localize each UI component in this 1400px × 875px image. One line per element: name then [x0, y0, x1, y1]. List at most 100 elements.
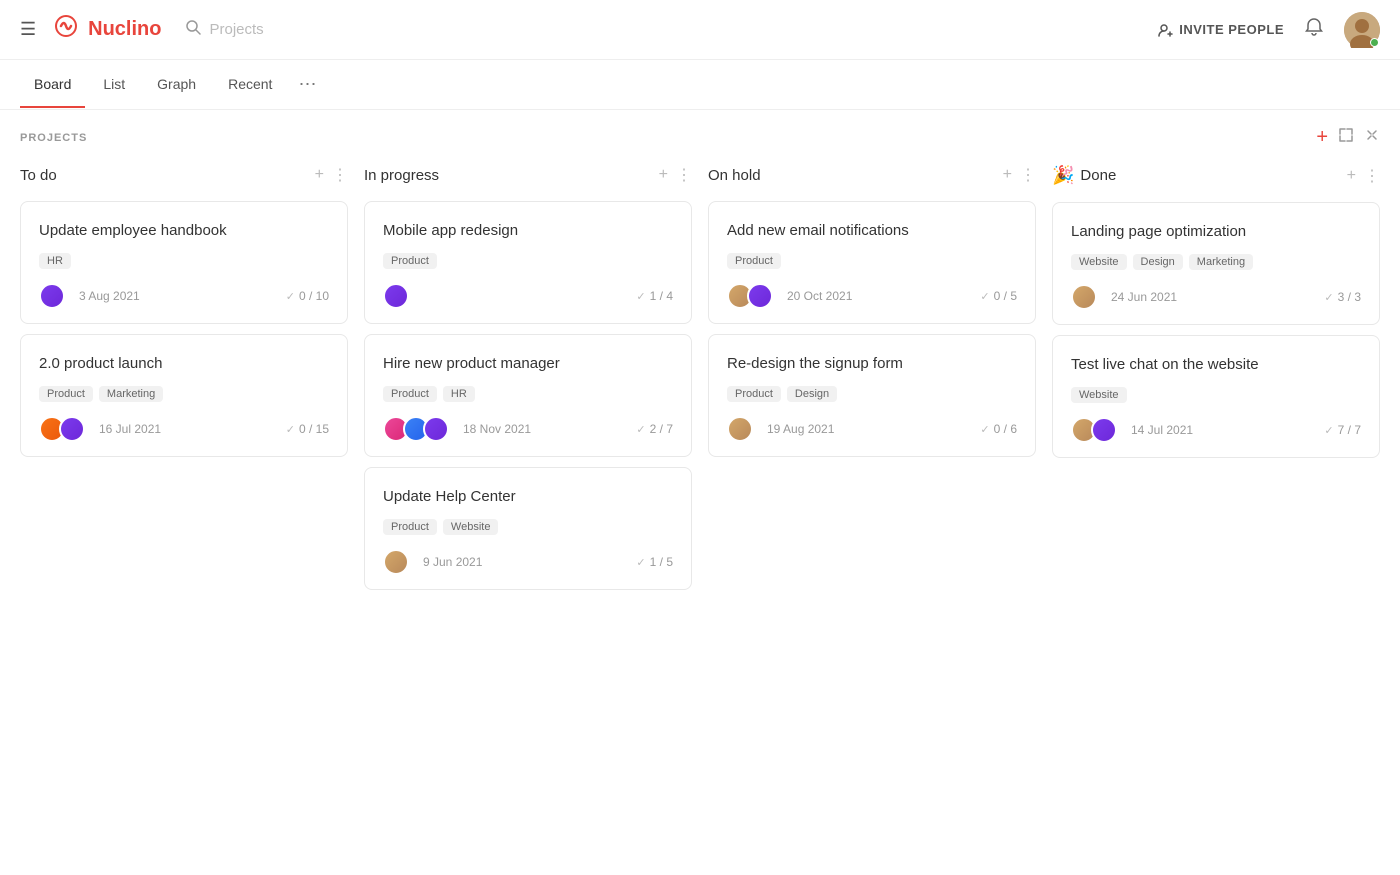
card-signup-form[interactable]: Re-design the signup form Product Design… — [708, 334, 1036, 457]
card-footer: ✓ 1 / 4 — [383, 283, 673, 309]
avatar — [39, 283, 65, 309]
card-meta-left: 14 Jul 2021 — [1071, 417, 1193, 443]
card-email-notifications[interactable]: Add new email notifications Product 20 O… — [708, 201, 1036, 324]
column-header-inprogress: In progress + ⋮ — [364, 161, 692, 189]
check-icon: ✓ — [286, 423, 295, 436]
board-actions: + — [1316, 126, 1380, 149]
board-container: PROJECTS + To do + ⋮ Update employee han… — [0, 110, 1400, 620]
card-tags: Website — [1071, 387, 1361, 403]
search-area[interactable]: Projects — [185, 19, 1157, 40]
card-live-chat[interactable]: Test live chat on the website Website 14… — [1052, 335, 1380, 458]
task-count: 1 / 5 — [650, 555, 673, 569]
card-footer: 19 Aug 2021 ✓ 0 / 6 — [727, 416, 1017, 442]
column-actions-done: + ⋮ — [1347, 166, 1380, 186]
card-title: Test live chat on the website — [1071, 354, 1361, 375]
card-avatars — [383, 416, 449, 442]
done-emoji: 🎉 — [1052, 165, 1074, 186]
card-product-launch[interactable]: 2.0 product launch Product Marketing 16 … — [20, 334, 348, 457]
column-actions-todo: + ⋮ — [315, 165, 348, 185]
card-tasks: ✓ 0 / 6 — [980, 422, 1017, 436]
task-count: 1 / 4 — [650, 289, 673, 303]
card-tags: Product HR — [383, 386, 673, 402]
card-meta-left: 3 Aug 2021 — [39, 283, 140, 309]
tag: Product — [383, 253, 437, 269]
card-hire-pm[interactable]: Hire new product manager Product HR 18 N… — [364, 334, 692, 457]
card-avatars — [727, 283, 773, 309]
tab-graph[interactable]: Graph — [143, 62, 210, 108]
card-tags: Product Design — [727, 386, 1017, 402]
card-title: 2.0 product launch — [39, 353, 329, 374]
more-todo[interactable]: ⋮ — [332, 165, 348, 185]
task-count: 0 / 5 — [994, 289, 1017, 303]
logo-icon — [52, 12, 80, 47]
card-date: 20 Oct 2021 — [787, 289, 852, 303]
card-update-handbook[interactable]: Update employee handbook HR 3 Aug 2021 ✓… — [20, 201, 348, 324]
card-footer: 18 Nov 2021 ✓ 2 / 7 — [383, 416, 673, 442]
notification-bell[interactable] — [1304, 17, 1324, 43]
logo: Nuclino — [52, 12, 161, 47]
tag: Marketing — [1189, 254, 1253, 270]
tab-board[interactable]: Board — [20, 62, 85, 108]
avatar — [423, 416, 449, 442]
card-update-helpcenter[interactable]: Update Help Center Product Website 9 Jun… — [364, 467, 692, 590]
tab-list[interactable]: List — [89, 62, 139, 108]
card-title: Hire new product manager — [383, 353, 673, 374]
task-count: 2 / 7 — [650, 422, 673, 436]
add-card-onhold[interactable]: + — [1003, 166, 1012, 184]
menu-icon[interactable]: ☰ — [20, 19, 36, 40]
add-card-inprogress[interactable]: + — [659, 166, 668, 184]
column-title-done: 🎉 Done — [1052, 165, 1116, 186]
header: ☰ Nuclino Projects INVITE PEOPLE — [0, 0, 1400, 60]
logo-text: Nuclino — [88, 18, 161, 41]
task-count: 0 / 6 — [994, 422, 1017, 436]
more-onhold[interactable]: ⋮ — [1020, 165, 1036, 185]
check-icon: ✓ — [636, 556, 645, 569]
more-inprogress[interactable]: ⋮ — [676, 165, 692, 185]
tag: Design — [1133, 254, 1183, 270]
add-column-button[interactable]: + — [1316, 126, 1328, 149]
tag: HR — [443, 386, 475, 402]
card-tasks: ✓ 0 / 5 — [980, 289, 1017, 303]
card-meta-left: 19 Aug 2021 — [727, 416, 834, 442]
card-title: Landing page optimization — [1071, 221, 1361, 242]
tag: HR — [39, 253, 71, 269]
tag: Product — [39, 386, 93, 402]
card-tasks: ✓ 3 / 3 — [1324, 290, 1361, 304]
tab-recent[interactable]: Recent — [214, 62, 286, 108]
card-date: 16 Jul 2021 — [99, 422, 161, 436]
card-mobile-redesign[interactable]: Mobile app redesign Product ✓ 1 / 4 — [364, 201, 692, 324]
header-right: INVITE PEOPLE — [1157, 12, 1380, 48]
column-title-inprogress: In progress — [364, 167, 439, 184]
column-actions-inprogress: + ⋮ — [659, 165, 692, 185]
column-title-todo: To do — [20, 167, 57, 184]
expand-button[interactable] — [1338, 127, 1354, 148]
card-title: Add new email notifications — [727, 220, 1017, 241]
card-date: 9 Jun 2021 — [423, 555, 482, 569]
tab-more-icon[interactable]: ⋯ — [290, 60, 324, 109]
card-avatars — [383, 283, 409, 309]
card-tags: Product — [383, 253, 673, 269]
more-done[interactable]: ⋮ — [1364, 166, 1380, 186]
card-landing-optimization[interactable]: Landing page optimization Website Design… — [1052, 202, 1380, 325]
card-avatars — [1071, 284, 1097, 310]
card-avatars — [39, 416, 85, 442]
column-title-onhold: On hold — [708, 167, 761, 184]
nav-tabs: Board List Graph Recent ⋯ — [0, 60, 1400, 110]
add-card-todo[interactable]: + — [315, 166, 324, 184]
collapse-button[interactable] — [1364, 127, 1380, 148]
add-card-done[interactable]: + — [1347, 167, 1356, 185]
card-meta-left: 20 Oct 2021 — [727, 283, 852, 309]
card-tasks: ✓ 1 / 5 — [636, 555, 673, 569]
tag: Product — [727, 386, 781, 402]
column-inprogress: In progress + ⋮ Mobile app redesign Prod… — [364, 161, 692, 600]
tag: Product — [727, 253, 781, 269]
user-avatar-container[interactable] — [1344, 12, 1380, 48]
column-header-onhold: On hold + ⋮ — [708, 161, 1036, 189]
search-placeholder: Projects — [209, 21, 263, 38]
card-tags: Product — [727, 253, 1017, 269]
avatar — [727, 416, 753, 442]
column-header-done: 🎉 Done + ⋮ — [1052, 161, 1380, 190]
invite-label: INVITE PEOPLE — [1179, 22, 1284, 37]
avatar — [383, 283, 409, 309]
invite-button[interactable]: INVITE PEOPLE — [1157, 22, 1284, 38]
